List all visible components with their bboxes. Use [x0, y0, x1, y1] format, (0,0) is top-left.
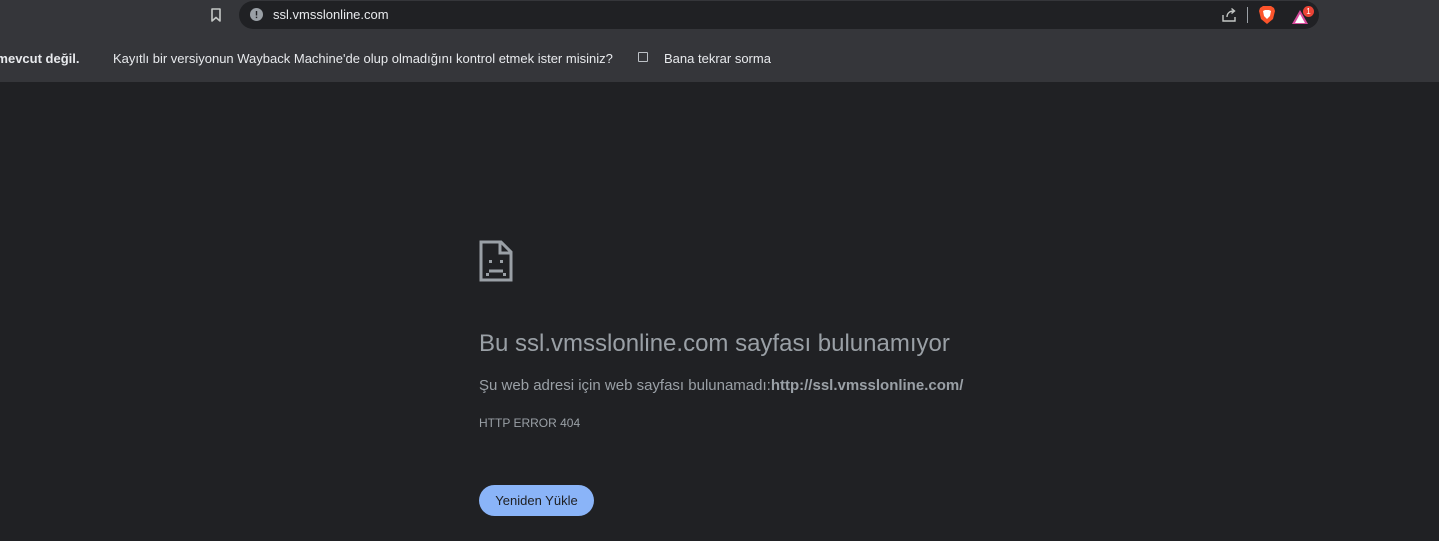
bookmark-icon[interactable]	[209, 7, 223, 23]
info-icon[interactable]	[250, 8, 263, 21]
browser-toolbar: ssl.vmsslonline.com 1	[0, 0, 1439, 32]
sad-page-icon	[479, 240, 513, 282]
rewards-badge: 1	[1303, 6, 1314, 17]
infobar-title: yfa mevcut değil.	[0, 51, 80, 66]
dont-ask-again-label[interactable]: Bana tekrar sorma	[664, 51, 771, 66]
wayback-infobar: yfa mevcut değil. Kayıtlı bir versiyonun…	[0, 32, 1439, 82]
url-text[interactable]: ssl.vmsslonline.com	[273, 7, 389, 22]
toolbar-divider	[1247, 7, 1248, 23]
dont-ask-again-checkbox[interactable]	[638, 52, 648, 62]
reload-button[interactable]: Yeniden Yükle	[479, 485, 594, 516]
brave-shields-icon[interactable]	[1258, 5, 1276, 25]
error-code: HTTP ERROR 404	[479, 416, 581, 430]
share-icon[interactable]	[1221, 7, 1237, 23]
infobar-message[interactable]: Kayıtlı bir versiyonun Wayback Machine'd…	[113, 51, 613, 66]
error-description-text: Şu web adresi için web sayfası bulunamad…	[479, 377, 771, 394]
brave-rewards-icon[interactable]: 1	[1290, 5, 1314, 27]
error-description: Şu web adresi için web sayfası bulunamad…	[479, 377, 963, 394]
error-url: http://ssl.vmsslonline.com/	[770, 377, 964, 394]
error-title: Bu ssl.vmsslonline.com sayfası bulunamıy…	[479, 330, 950, 357]
address-bar[interactable]: ssl.vmsslonline.com 1	[239, 1, 1319, 29]
